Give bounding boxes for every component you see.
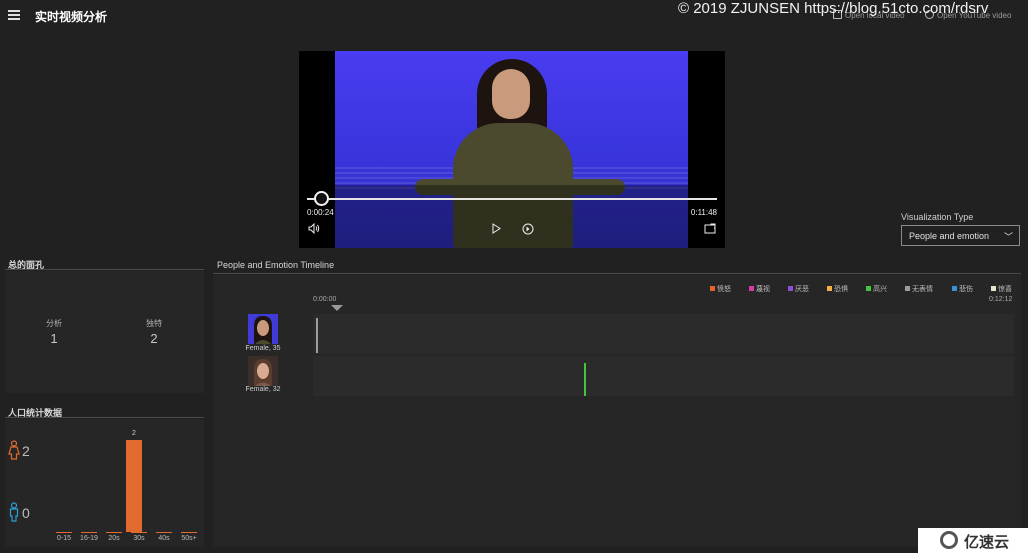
legend-swatch (866, 286, 871, 291)
seek-bar[interactable] (307, 198, 717, 200)
unique-value: 2 (150, 331, 158, 346)
legend-item: 恐惧 (827, 284, 848, 294)
app-title: 实时视频分析 (35, 10, 108, 24)
bar-baseline (106, 532, 122, 533)
male-count: 0 (22, 505, 30, 521)
male-icon (7, 502, 21, 522)
legend-item: 惊喜 (991, 284, 1012, 294)
legend-swatch (905, 286, 910, 291)
analyzed-label: 分析 (46, 319, 62, 328)
age-category-label: 0-15 (56, 535, 71, 542)
legend-item: 高兴 (866, 284, 887, 294)
age-category-label: 50s+ (181, 535, 197, 542)
female-count: 2 (22, 443, 30, 459)
bar-value-label: 2 (132, 430, 136, 437)
legend-label: 蔑视 (756, 286, 770, 293)
demographics-panel (5, 419, 204, 547)
emotion-marker (315, 318, 318, 353)
legend-label: 愤怒 (717, 286, 731, 293)
visualization-type-label: Visualization Type (901, 212, 974, 222)
age-category-label: 16-19 (80, 535, 98, 542)
video-player[interactable]: 0:00:24 0:11:48 (299, 51, 725, 248)
legend-item: 无表情 (905, 284, 933, 294)
legend-label: 悲伤 (959, 286, 973, 293)
bar-baseline (131, 532, 147, 533)
visualization-type-value: People and emotion (909, 231, 990, 241)
bar-baseline (81, 532, 97, 533)
analyzed-value: 1 (50, 331, 58, 346)
timeline-panel-divider (213, 273, 1021, 274)
person-name: Female, 32 (245, 386, 281, 393)
visualization-type-select[interactable]: People and emotion ﹀ (901, 225, 1020, 246)
age-category-label: 40s (158, 535, 170, 542)
volume-icon[interactable] (308, 222, 320, 237)
bar-baseline (181, 532, 197, 533)
legend-swatch (710, 286, 715, 291)
age-category-label: 30s (133, 535, 145, 542)
face-thumbnail[interactable] (248, 314, 278, 344)
timeline-end-time: 0:12:12 (989, 296, 1013, 303)
unique-label: 独特 (146, 319, 162, 328)
watermark: © 2019 ZJUNSEN https://blog.51cto.com/rd… (678, 0, 989, 17)
faces-panel-divider (5, 269, 204, 270)
legend-item: 蔑视 (749, 284, 770, 294)
skip-forward-icon[interactable] (522, 223, 534, 238)
legend-item: 悲伤 (952, 284, 973, 294)
legend-label: 惊喜 (998, 286, 1012, 293)
demographics-panel-divider (5, 417, 204, 418)
legend-label: 无表情 (912, 286, 933, 293)
face-thumbnail[interactable] (248, 356, 278, 386)
person-name: Female, 35 (245, 345, 281, 352)
cast-icon[interactable] (704, 223, 716, 237)
legend-swatch (788, 286, 793, 291)
legend-swatch (952, 286, 957, 291)
legend-swatch (827, 286, 832, 291)
emotion-marker (584, 363, 587, 396)
timeline-cursor-icon[interactable] (331, 305, 343, 311)
seek-thumb[interactable] (313, 191, 329, 206)
timeline-start-time: 0:00:00 (313, 296, 337, 303)
play-icon[interactable] (491, 223, 501, 237)
legend-item: 愤怒 (710, 284, 731, 294)
legend-swatch (749, 286, 754, 291)
legend-swatch (991, 286, 996, 291)
person-track[interactable] (313, 314, 1014, 354)
site-logo-text: 亿速云 (964, 534, 1010, 551)
bar-baseline (56, 532, 72, 533)
legend-item: 厌恶 (788, 284, 809, 294)
logo-swirl-icon (940, 531, 958, 549)
legend-label: 恐惧 (834, 286, 848, 293)
chevron-down-icon: ﹀ (1003, 232, 1013, 242)
age-bar (126, 440, 142, 532)
person-track[interactable] (313, 356, 1014, 396)
duration: 0:11:48 (690, 208, 717, 217)
female-icon (7, 440, 21, 460)
timeline-panel-title: People and Emotion Timeline (217, 260, 335, 270)
legend-label: 高兴 (873, 286, 887, 293)
age-category-label: 20s (108, 535, 120, 542)
top-bar: 实时视频分析 Open local video Open YouTube vid… (0, 0, 1028, 30)
bar-baseline (156, 532, 172, 533)
hamburger-menu-icon[interactable] (8, 10, 20, 20)
legend-label: 厌恶 (795, 286, 809, 293)
player-controls (299, 185, 725, 248)
current-time: 0:00:24 (307, 208, 334, 217)
